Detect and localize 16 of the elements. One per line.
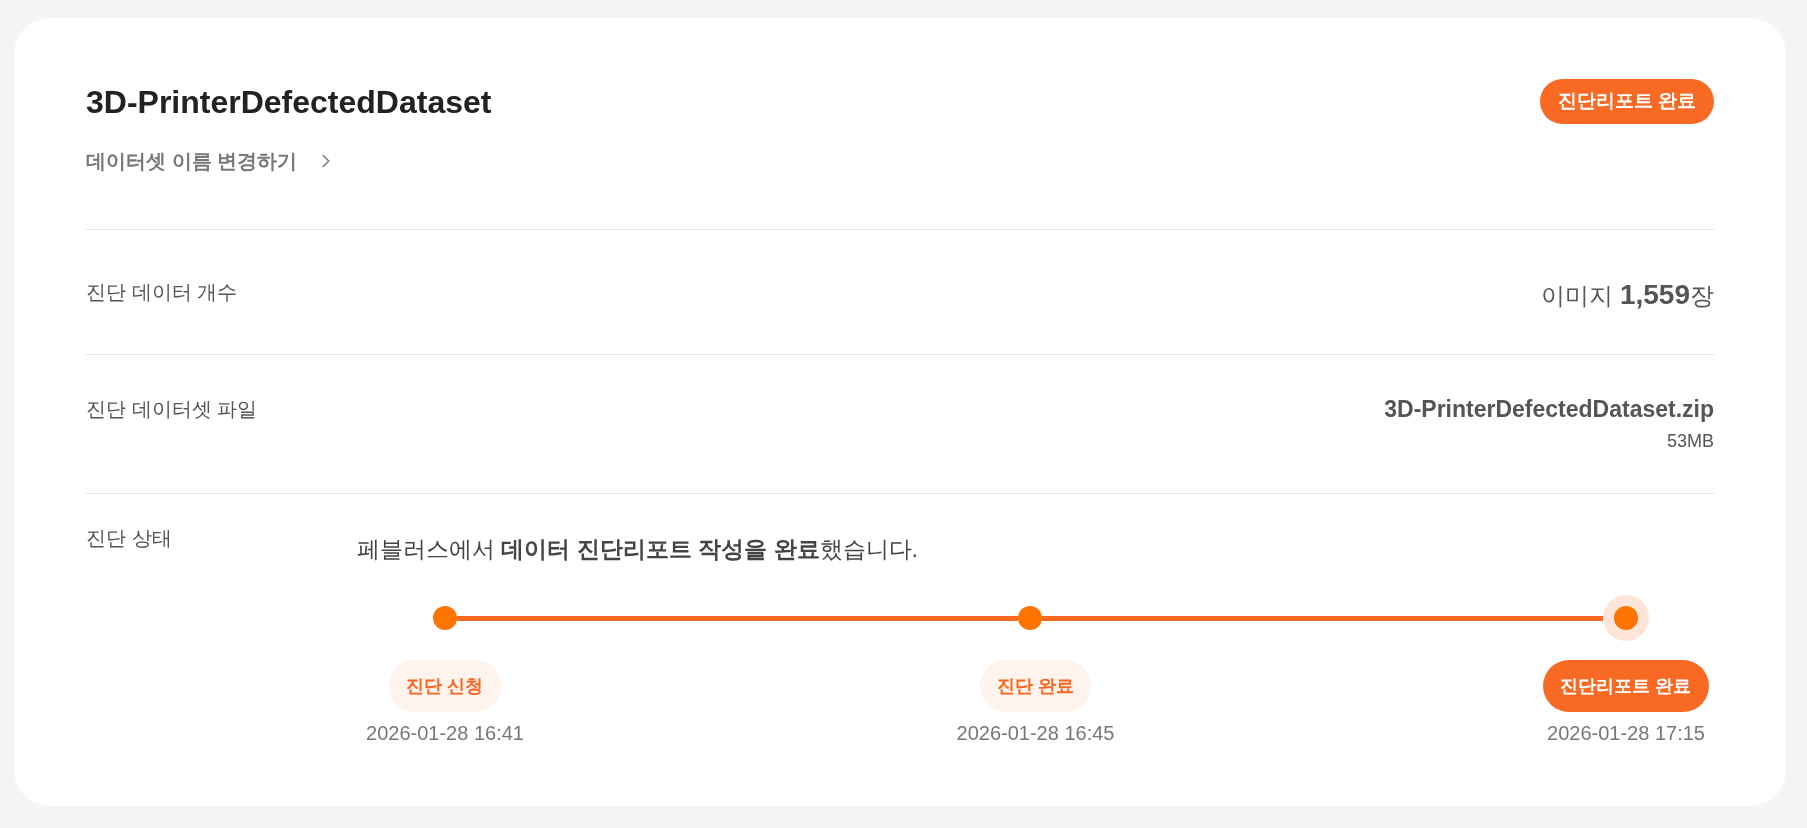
status-message: 페블러스에서 데이터 진단리포트 작성을 완료했습니다. [357, 535, 919, 564]
image-count: 이미지 1,559장 [1541, 278, 1714, 312]
step-time: 2026-01-28 17:15 [1547, 721, 1705, 746]
dataset-title: 3D-PrinterDefectedDataset [86, 82, 492, 122]
row-label: 진단 데이터 개수 [86, 280, 239, 305]
step-label: 진단 완료 [980, 660, 1091, 712]
step-time: 2026-01-28 16:45 [956, 721, 1115, 746]
rename-link[interactable]: 데이터셋 이름 변경하기 [86, 148, 338, 174]
row-label: 진단 데이터셋 파일 [86, 397, 259, 422]
file-name: 3D-PrinterDefectedDataset.zip [1384, 395, 1714, 423]
file-size: 53MB [1666, 430, 1714, 452]
row-label: 진단 상태 [86, 526, 173, 551]
step-label: 진단 신청 [389, 660, 501, 712]
status-badge: 진단리포트 완료 [1539, 79, 1714, 124]
step-label: 진단리포트 완료 [1543, 660, 1709, 712]
step-time: 2026-01-28 16:41 [366, 721, 524, 746]
